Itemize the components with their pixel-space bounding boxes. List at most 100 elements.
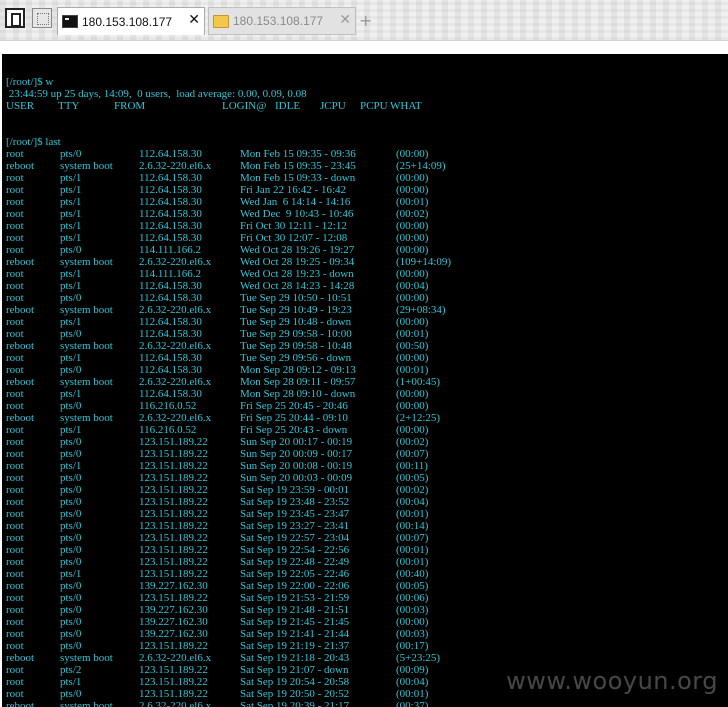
last-tty: pts/0 [60, 592, 82, 604]
toolbar-gap [0, 41, 728, 54]
last-duration: (00:14) [396, 520, 429, 532]
last-time: Fri Oct 30 12:11 - 12:12 [240, 220, 347, 232]
w-header-line: USER TTY FROM LOGIN@ IDLE JCPU PCPU WHAT [6, 100, 422, 112]
last-tty: pts/0 [60, 640, 82, 652]
last-host: 123.151.189.22 [139, 520, 208, 532]
window-menu-icon[interactable] [5, 8, 25, 28]
last-tty: pts/0 [60, 448, 82, 460]
last-time: Sun Sep 20 00:03 - 00:09 [240, 472, 353, 484]
last-row: reboot system boot 2.6.32-220.el6.x Fri Sep… [6, 412, 440, 424]
last-time: Fri Oct 30 12:07 - 12:08 [240, 232, 348, 244]
last-time: Sun Sep 20 00:17 - 00:19 [240, 436, 353, 448]
last-row: root pts/0 123.151.189.22 Sat Sep 19 23:45 … [6, 508, 428, 520]
last-row: reboot system boot 2.6.32-220.el6.x Mon Feb… [6, 160, 446, 172]
header-login: LOGIN@ [222, 100, 267, 112]
last-row: root pts/0 123.151.189.22 Sat Sep 19 22:54 … [6, 544, 428, 556]
last-row: root pts/0 112.64.158.30 Mon Sep 28 09:12 -… [6, 364, 428, 376]
last-time: Mon Sep 28 09:10 - down [240, 388, 356, 400]
last-duration: (00:00) [396, 148, 429, 160]
last-duration: (00:02) [396, 208, 429, 220]
last-time: Sat Sep 19 21:53 - 21:59 [240, 592, 350, 604]
last-tty: pts/0 [60, 292, 82, 304]
last-tty: pts/1 [60, 196, 82, 208]
last-user: root [6, 436, 24, 448]
tab-label: 180.153.108.177 [233, 14, 324, 28]
last-row: root pts/0 123.151.189.22 Sat Sep 19 23:27 … [6, 520, 428, 532]
last-tty: system boot [60, 256, 113, 268]
last-row: root pts/1 112.64.158.30 Fri Oct 30 12:07 -… [6, 232, 428, 244]
last-row: root pts/0 139.227.162.30 Sat Sep 19 22:00 … [6, 580, 428, 592]
last-duration: (00:00) [396, 220, 429, 232]
terminal-window[interactable]: [/root/]$ w 23:44:59 up 25 days, 14:09, … [2, 54, 728, 707]
last-time: Wed Oct 28 19:25 - 09:34 [240, 256, 355, 268]
last-duration: (00:02) [396, 484, 429, 496]
session-manager-icon[interactable] [32, 8, 52, 28]
last-user: root [6, 244, 24, 256]
last-duration: (2+12:25) [396, 412, 441, 424]
tab-sftp-session[interactable]: 180.153.108.177 ✕ [208, 7, 356, 35]
last-tty: system boot [60, 652, 113, 664]
last-tty: pts/1 [60, 268, 82, 280]
last-user: root [6, 316, 24, 328]
last-host: 123.151.189.22 [139, 544, 208, 556]
last-time: Fri Sep 25 20:43 - down [240, 424, 348, 436]
last-duration: (00:00) [396, 616, 429, 628]
last-time: Sat Sep 19 21:18 - 20:43 [240, 652, 350, 664]
last-time: Tue Sep 29 09:58 - 10:48 [240, 340, 352, 352]
last-time: Tue Sep 29 10:50 - 10:51 [240, 292, 352, 304]
last-row: root pts/1 112.64.158.30 Mon Feb 15 09:33 -… [6, 172, 428, 184]
last-row: root pts/0 123.151.189.22 Sat Sep 19 21:53 … [6, 592, 428, 604]
last-host: 123.151.189.22 [139, 436, 208, 448]
last-duration: (00:01) [396, 364, 429, 376]
new-tab-button[interactable]: + [359, 11, 372, 30]
last-host: 139.227.162.30 [139, 604, 208, 616]
last-row: root pts/0 123.151.189.22 Sat Sep 19 22:48 … [6, 556, 428, 568]
last-time: Wed Oct 28 19:23 - down [240, 268, 354, 280]
tab-ssh-session[interactable]: 180.153.108.177 ✕ [57, 7, 205, 35]
last-tty: pts/1 [60, 208, 82, 220]
last-host: 112.64.158.30 [139, 352, 202, 364]
last-host: 112.64.158.30 [139, 364, 202, 376]
last-tty: pts/0 [60, 616, 82, 628]
last-user: root [6, 292, 24, 304]
prompt-line: [/root/]$ last [6, 136, 61, 148]
close-icon[interactable]: ✕ [188, 13, 200, 27]
header-pcpu: PCPU [360, 100, 388, 112]
last-host: 123.151.189.22 [139, 664, 208, 676]
last-tty: pts/0 [60, 484, 82, 496]
last-tty: pts/0 [60, 496, 82, 508]
last-row: root pts/0 123.151.189.22 Sat Sep 19 23:48 … [6, 496, 428, 508]
last-host: 123.151.189.22 [139, 448, 208, 460]
last-row: root pts/0 112.64.158.30 Tue Sep 29 09:58 -… [6, 328, 428, 340]
last-host: 2.6.32-220.el6.x [139, 160, 212, 172]
last-host: 112.64.158.30 [139, 220, 202, 232]
last-user: root [6, 268, 24, 280]
last-duration: (00:05) [396, 472, 429, 484]
close-icon[interactable]: ✕ [339, 13, 351, 27]
last-duration: (00:01) [396, 544, 429, 556]
last-duration: (00:00) [396, 172, 429, 184]
last-user: root [6, 460, 24, 472]
last-host: 139.227.162.30 [139, 628, 208, 640]
last-user: root [6, 484, 24, 496]
last-host: 112.64.158.30 [139, 280, 202, 292]
last-tty: system boot [60, 304, 113, 316]
last-tty: system boot [60, 160, 113, 172]
terminal-output: [/root/]$ w 23:44:59 up 25 days, 14:09, … [6, 64, 451, 707]
last-duration: (00:17) [396, 640, 429, 652]
last-tty: pts/0 [60, 364, 82, 376]
last-row: root pts/0 123.151.189.22 Sun Sep 20 00:17 … [6, 436, 428, 448]
last-duration: (00:00) [396, 352, 429, 364]
last-duration: (00:50) [396, 340, 429, 352]
last-host: 139.227.162.30 [139, 580, 208, 592]
last-user: root [6, 664, 24, 676]
last-tty: system boot [60, 700, 113, 707]
last-time: Sat Sep 19 22:00 - 22:06 [240, 580, 350, 592]
last-row: root pts/2 123.151.189.22 Sat Sep 19 21:07 … [6, 664, 428, 676]
last-host: 123.151.189.22 [139, 508, 208, 520]
last-host: 123.151.189.22 [139, 568, 208, 580]
last-duration: (00:02) [396, 436, 429, 448]
last-user: root [6, 280, 24, 292]
last-duration: (00:00) [396, 424, 429, 436]
